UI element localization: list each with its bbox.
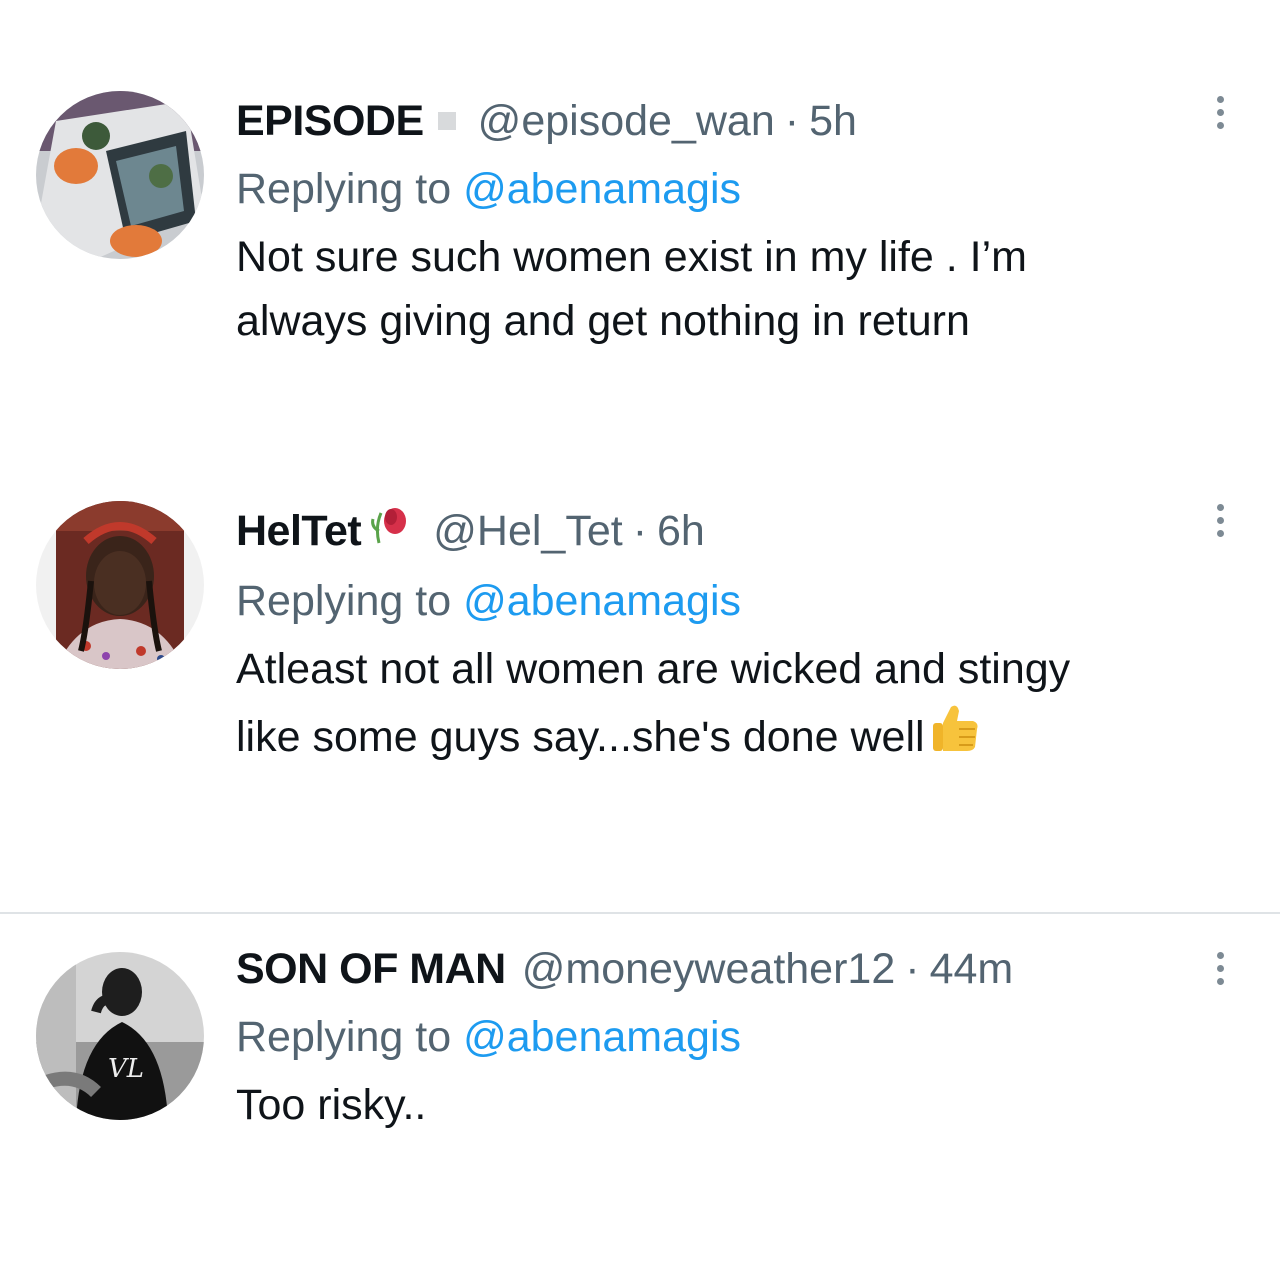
- tweet-divider: [0, 912, 1280, 914]
- avatar-son-of-man-image: VL: [36, 952, 204, 1120]
- svg-text:VL: VL: [108, 1054, 144, 1084]
- avatar-episode-image: [36, 91, 204, 259]
- tweet-body-line: Not sure such women exist in my life . I…: [236, 233, 1027, 281]
- tweet-header: HelTet @Hel_Tet · 6h: [236, 503, 1236, 559]
- more-vertical-icon[interactable]: [1212, 504, 1228, 537]
- label-square-icon: [437, 112, 456, 130]
- separator-dot: ·: [905, 945, 920, 993]
- handle[interactable]: @episode_wan: [478, 95, 775, 147]
- separator-dot: ·: [632, 507, 648, 555]
- handle[interactable]: @Hel_Tet: [433, 505, 622, 557]
- tweet-body: Too risky..: [236, 1073, 1236, 1137]
- tweet-body: Not sure such women exist in my life . I…: [236, 225, 1236, 353]
- avatar-heltet-image: [36, 501, 204, 669]
- more-vertical-icon[interactable]: [1212, 96, 1228, 129]
- timestamp[interactable]: 5h: [809, 95, 857, 147]
- tweet-body-line: like some guys say...she's done well: [236, 701, 1236, 773]
- tweet-header: SON OF MAN @moneyweather12 · 44m: [236, 943, 1236, 995]
- display-name[interactable]: HelTet: [236, 505, 362, 557]
- tweet-body: Atleast not all women are wicked and sti…: [236, 637, 1236, 773]
- tweet-body-line: Too risky..: [236, 1081, 427, 1129]
- display-name[interactable]: EPISODE: [236, 95, 424, 147]
- timestamp[interactable]: 6h: [657, 505, 705, 557]
- more-vertical-icon[interactable]: [1212, 952, 1228, 985]
- avatar[interactable]: [36, 501, 204, 669]
- replying-to-label: Replying to: [236, 577, 464, 625]
- tweet-header: EPISODE @episode_wan · 5h: [236, 95, 1236, 147]
- mention-link[interactable]: @abenamagis: [463, 1013, 741, 1061]
- tweet-body-line: always giving and get nothing in return: [236, 297, 970, 345]
- separator-dot: ·: [784, 97, 800, 145]
- display-name[interactable]: SON OF MAN: [236, 943, 506, 995]
- replying-to-label: Replying to: [236, 1013, 464, 1061]
- avatar[interactable]: [36, 91, 204, 259]
- timestamp[interactable]: 44m: [930, 943, 1014, 995]
- replying-to-line: Replying to @abenamagis: [236, 163, 1236, 215]
- replying-to-label: Replying to: [236, 165, 464, 213]
- replying-to-line: Replying to @abenamagis: [236, 575, 1236, 627]
- avatar[interactable]: VL: [36, 952, 204, 1120]
- thumbs-up-emoji-icon: [929, 701, 983, 773]
- replying-to-line: Replying to @abenamagis: [236, 1011, 1236, 1063]
- tweet-body-text: like some guys say...she's done well: [236, 713, 925, 761]
- mention-link[interactable]: @abenamagis: [463, 577, 741, 625]
- handle[interactable]: @moneyweather12: [522, 943, 896, 995]
- tweet-body-line: Atleast not all women are wicked and sti…: [236, 645, 1071, 693]
- wilted-rose-emoji-icon: [371, 503, 411, 559]
- mention-link[interactable]: @abenamagis: [463, 165, 741, 213]
